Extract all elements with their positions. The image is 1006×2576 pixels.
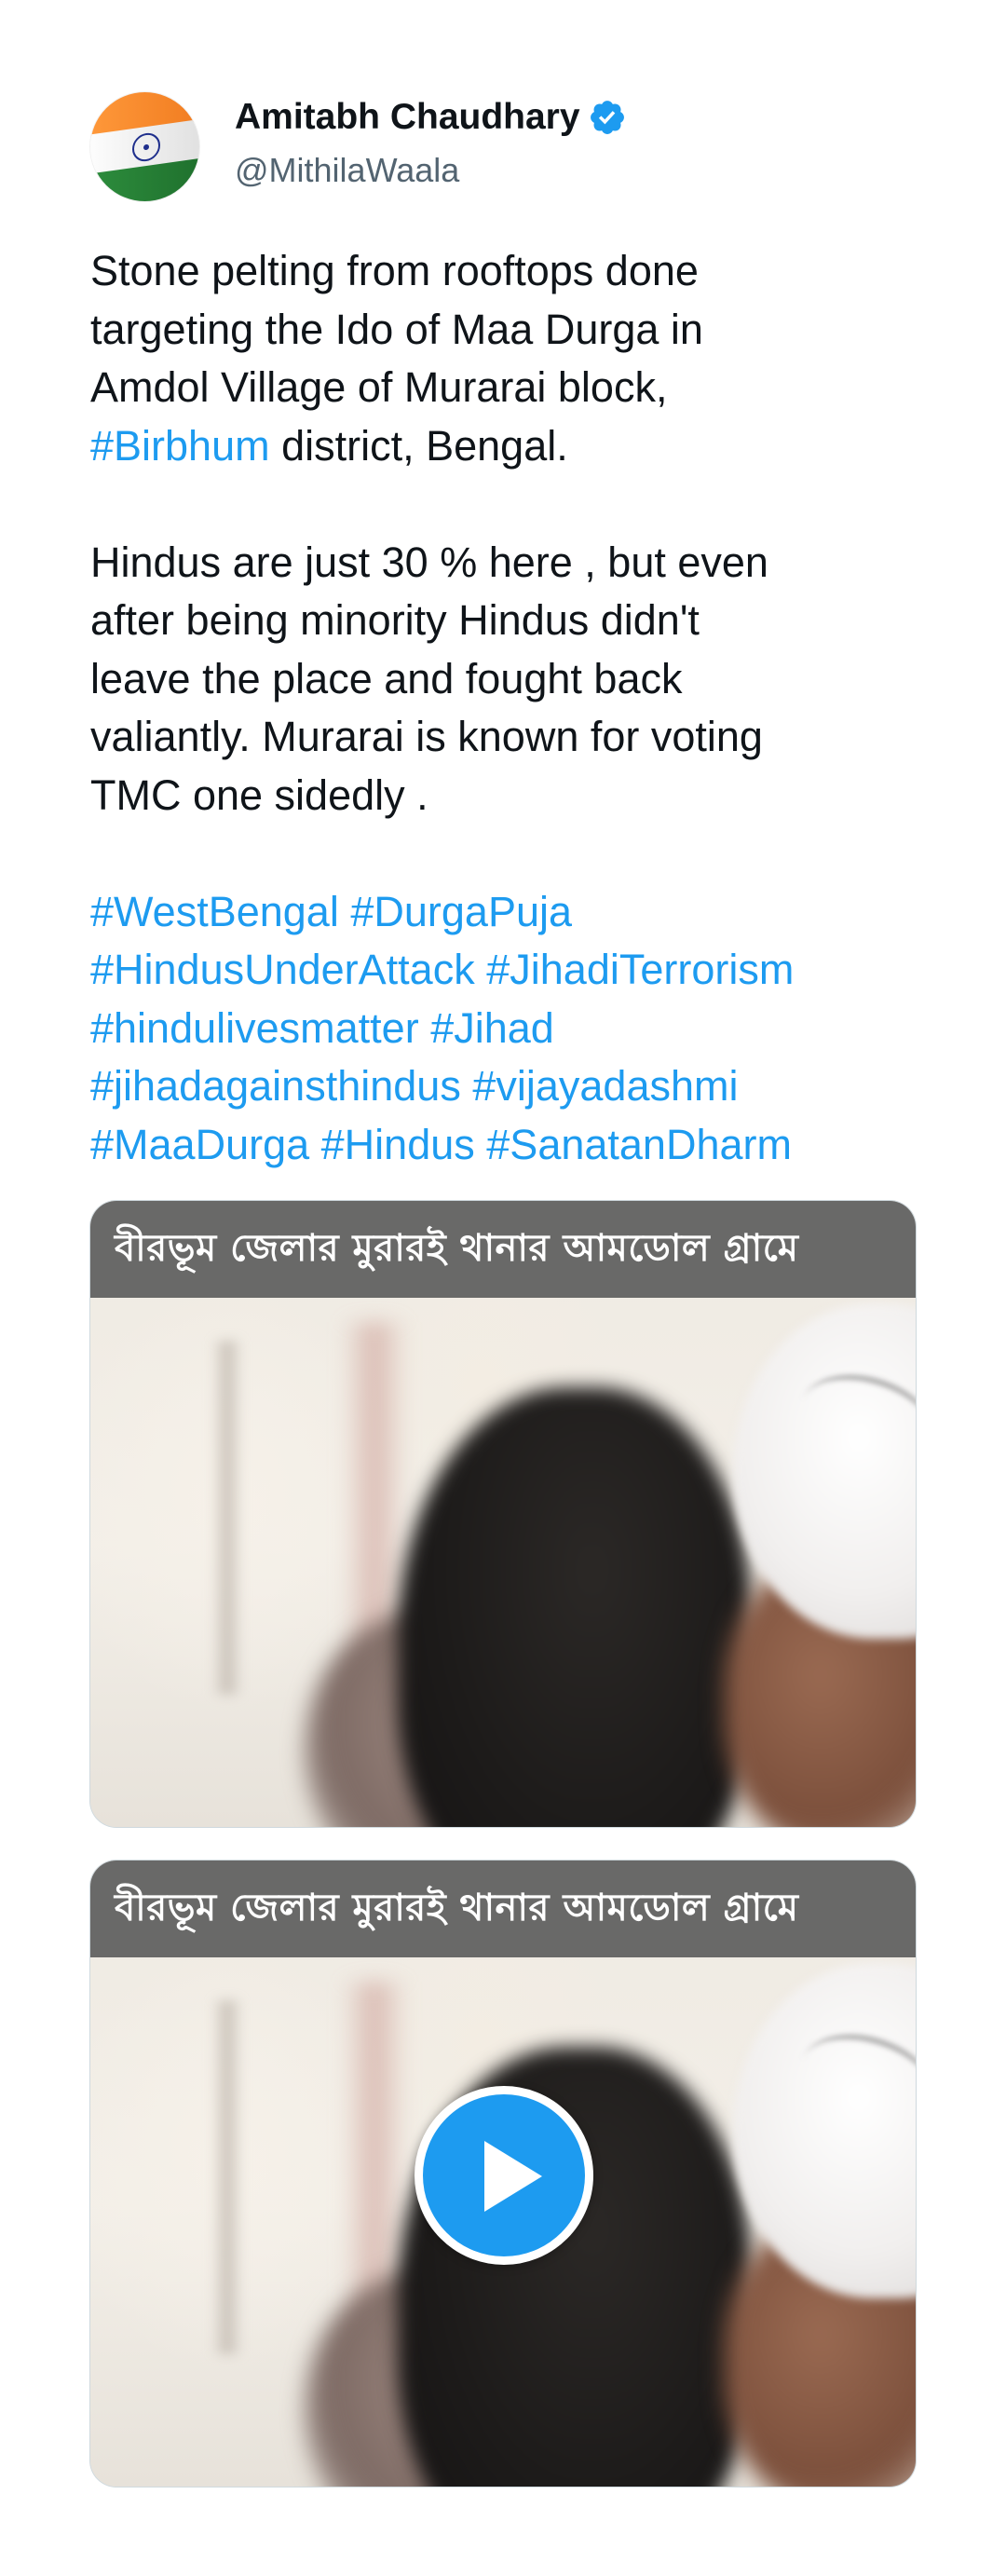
tweet-text-segment (339, 888, 351, 935)
tweet-text-segment: valiantly. Murarai is known for voting (90, 713, 763, 760)
hashtag-link[interactable]: #JihadiTerrorism (486, 946, 794, 993)
india-flag-icon (90, 92, 199, 201)
hashtag-link[interactable]: #WestBengal (90, 888, 339, 935)
tweet-line: leave the place and fought back (90, 650, 957, 709)
tweet-text-segment (475, 946, 487, 993)
paragraph-break (90, 475, 957, 534)
video-caption-text: বীরভূম জেলার মুরারই থানার আমডোল গ্রামে (115, 1226, 799, 1270)
video-caption-bar: বীরভূম জেলার মুরারই থানার আমডোল গ্রামে (90, 1860, 916, 1957)
tweet-line: #jihadagainsthindus #vijayadashmi (90, 1057, 957, 1116)
tweet-line: TMC one sidedly . (90, 767, 957, 825)
play-button[interactable] (415, 2086, 593, 2265)
tweet-text-segment: Stone pelting from rooftops done (90, 247, 699, 294)
tweet-text-segment (461, 1062, 473, 1110)
tweet-line: #HindusUnderAttack #JihadiTerrorism (90, 941, 957, 1000)
paragraph-break (90, 825, 957, 883)
hashtag-link[interactable]: #Birbhum (90, 422, 270, 470)
tweet-line: #Birbhum district, Bengal. (90, 417, 957, 476)
hashtag-link[interactable]: #Hindus (321, 1121, 475, 1168)
hashtag-link[interactable]: #DurgaPuja (350, 888, 572, 935)
video-caption-text: বীরভূম জেলার মুরারই থানার আমডোল গ্রামে (115, 1886, 799, 1929)
play-icon (484, 2141, 542, 2212)
tweet-line: Hindus are just 30 % here , but even (90, 534, 957, 593)
video-player[interactable]: বীরভূম জেলার মুরারই থানার আমডোল গ্রামে (90, 1860, 916, 2487)
hashtag-link[interactable]: #Jihad (430, 1004, 554, 1052)
video-caption-bar: বীরভূম জেলার মুরারই থানার আমডোল গ্রামে (90, 1201, 916, 1298)
author-name-text[interactable]: Amitabh Chaudhary (235, 97, 580, 138)
tweet-line: Stone pelting from rooftops done (90, 242, 957, 301)
hashtag-link[interactable]: #MaaDurga (90, 1121, 309, 1168)
hashtag-link[interactable]: #SanatanDharm (486, 1121, 792, 1168)
tweet-line: valiantly. Murarai is known for voting (90, 708, 957, 767)
tweet-line: after being minority Hindus didn't (90, 592, 957, 650)
tweet-text-segment: targeting the Ido of Maa Durga in (90, 305, 703, 353)
hashtag-link[interactable]: #HindusUnderAttack (90, 946, 475, 993)
tweet-text-segment (309, 1121, 321, 1168)
tweet-line: #hindulivesmatter #Jihad (90, 1000, 957, 1058)
hashtag-link[interactable]: #hindulivesmatter (90, 1004, 419, 1052)
hashtag-link[interactable]: #jihadagainsthindus (90, 1062, 461, 1110)
avatar[interactable] (90, 92, 199, 201)
tweet-text-segment: district, Bengal. (269, 421, 568, 470)
tweet-text-segment: Hindus are just 30 % here , but even (90, 538, 768, 586)
tweet-text-segment: Amdol Village of Murarai block, (90, 363, 668, 411)
author-name[interactable]: Amitabh Chaudhary (235, 97, 627, 138)
tweet-text-segment (419, 1004, 431, 1052)
tweet-line: #WestBengal #DurgaPuja (90, 883, 957, 942)
tweet-text-segment: TMC one sidedly . (90, 770, 428, 819)
author-handle[interactable]: @MithilaWaala (235, 151, 459, 190)
tweet-text-segment: leave the place and fought back (90, 654, 683, 702)
tweet-line: #MaaDurga #Hindus #SanatanDharm (90, 1116, 957, 1175)
tweet-line: targeting the Ido of Maa Durga in (90, 301, 957, 360)
verified-badge-icon (590, 101, 624, 134)
tweet-text: Stone pelting from rooftops done targetin… (90, 242, 957, 1174)
tweet-text-segment (475, 1121, 487, 1168)
video-thumbnail[interactable]: বীরভূম জেলার মুরারই থানার আমডোল গ্রামে (90, 1201, 916, 1827)
tweet-line: Amdol Village of Murarai block, (90, 359, 957, 417)
tweet-text-segment: after being minority Hindus didn't (90, 596, 700, 644)
hashtag-link[interactable]: #vijayadashmi (472, 1062, 738, 1110)
